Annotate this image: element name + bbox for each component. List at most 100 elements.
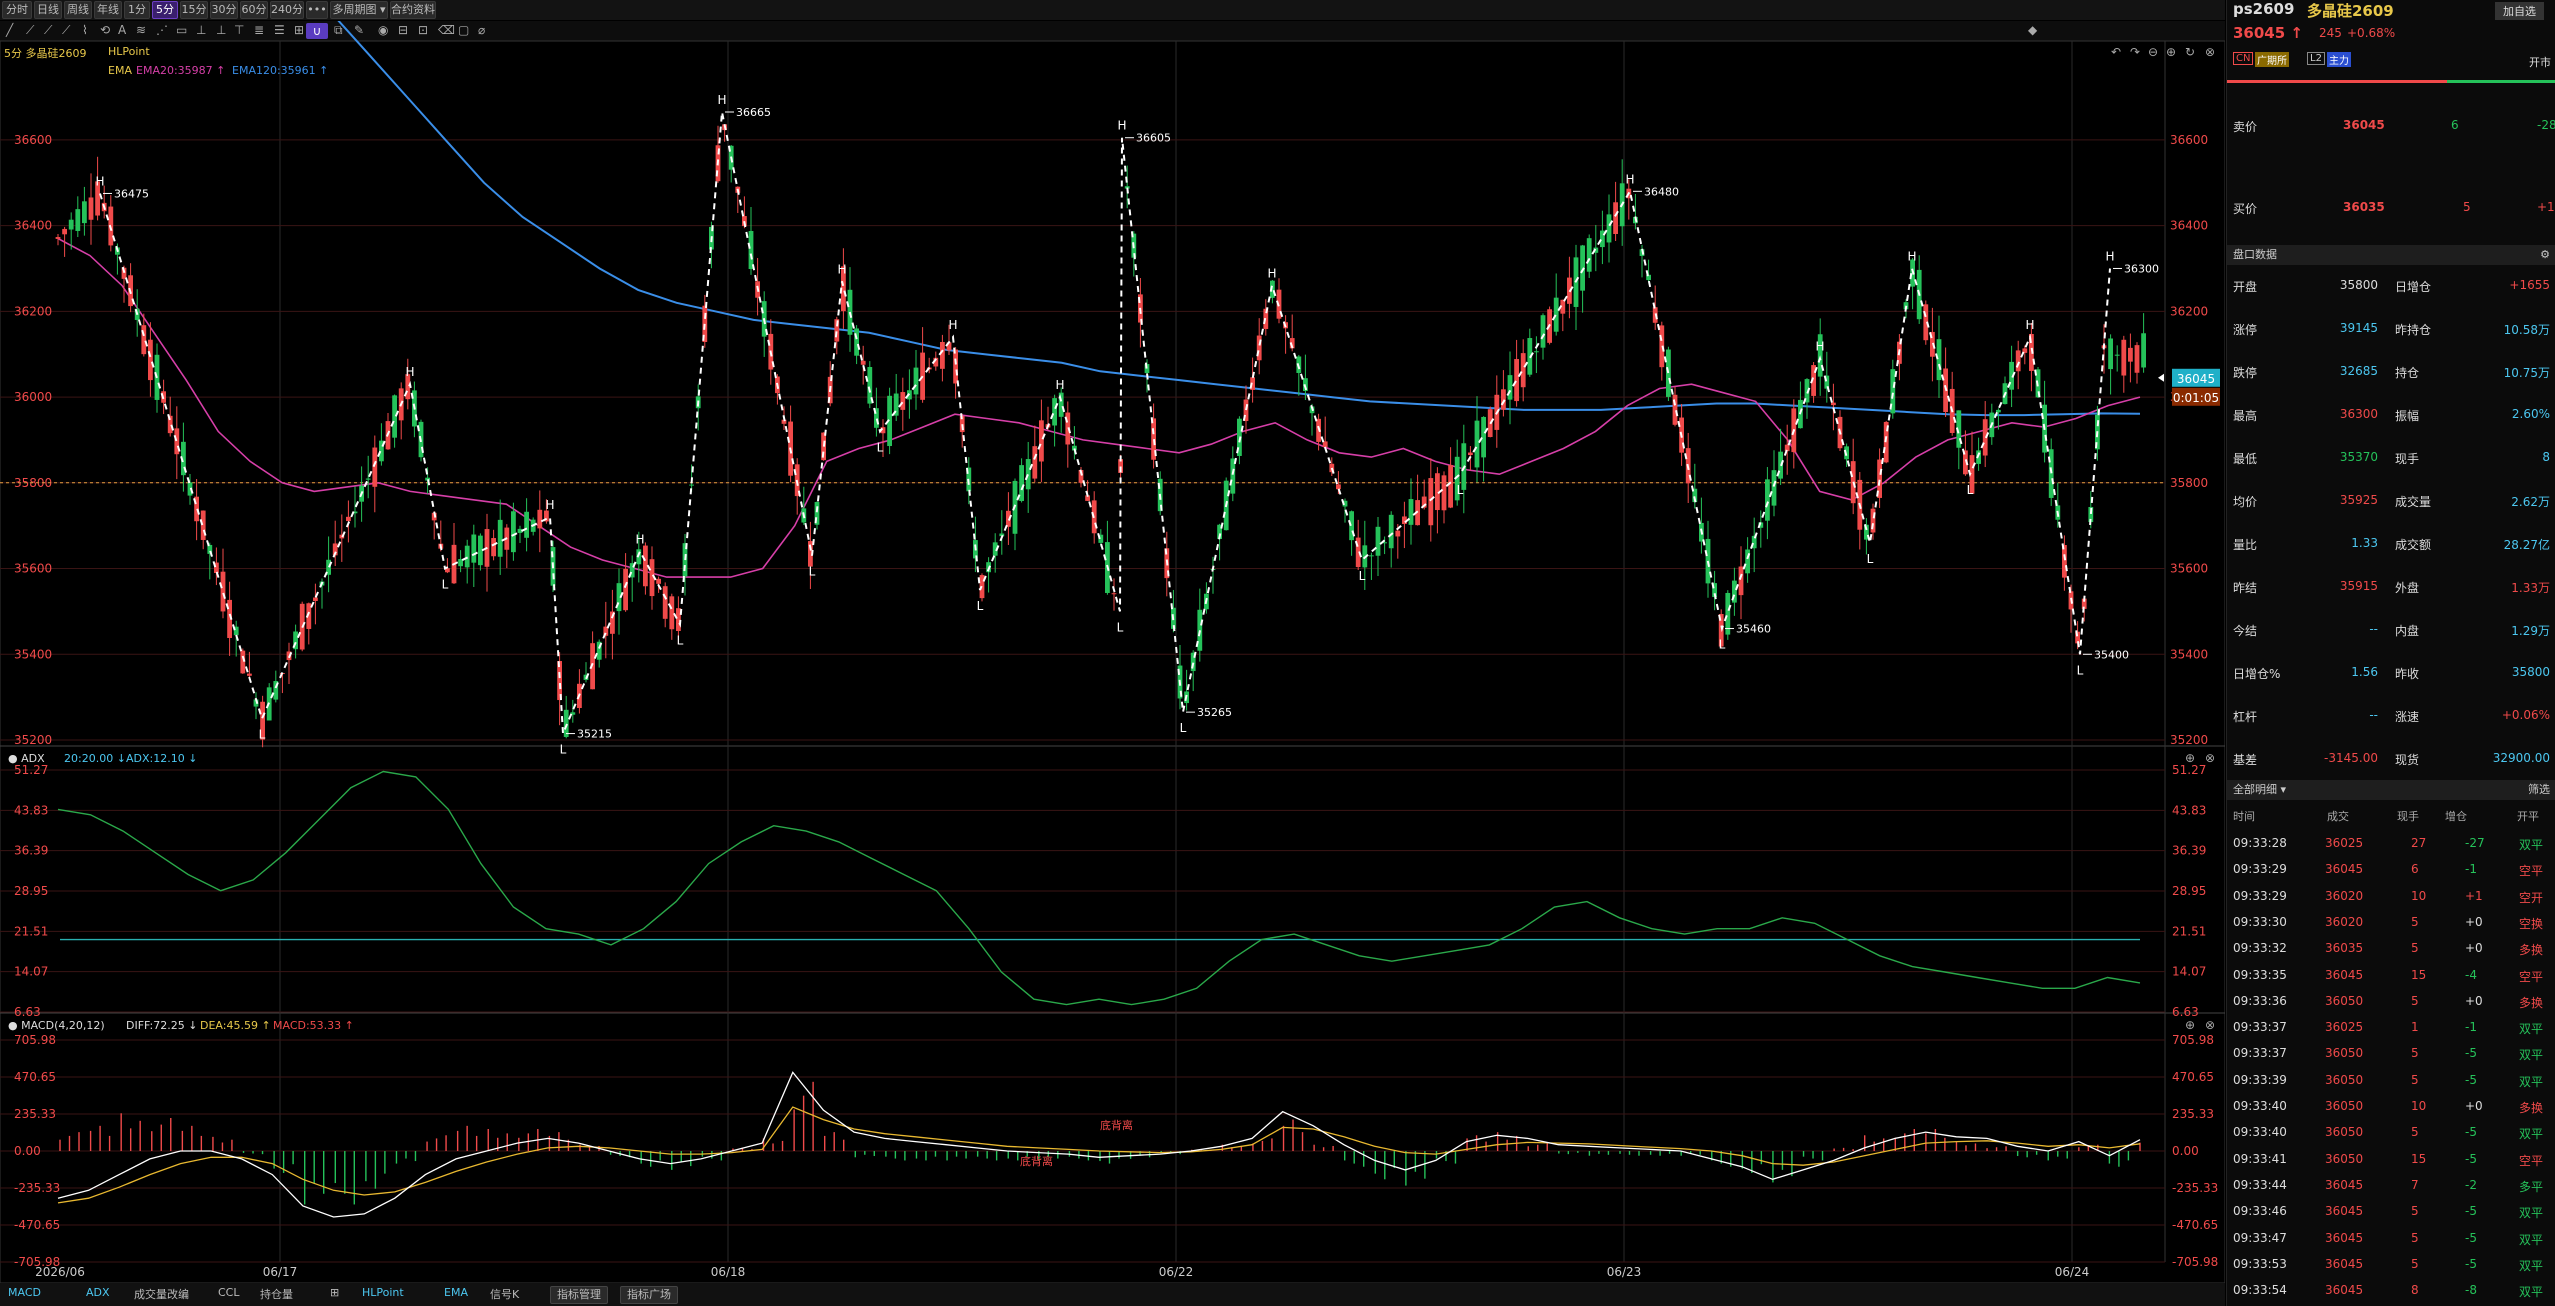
candle-body	[55, 237, 61, 239]
adx-tick-right: 51.27	[2172, 763, 2206, 777]
trade-type: 双平	[2519, 1074, 2544, 1089]
timeframe-7[interactable]: 30分	[210, 1, 238, 19]
trade-type: 多换	[2519, 995, 2544, 1010]
md-value: 35915	[2339, 579, 2378, 593]
md-value: 1.56	[2351, 665, 2378, 679]
signal-tab[interactable]: 信号K	[490, 1286, 519, 1302]
trade-oi-change: +0	[2465, 993, 2483, 1008]
timeframe-1[interactable]: 日线	[34, 1, 62, 19]
ccl-tab[interactable]: CCL	[218, 1286, 240, 1299]
trades-dropdown[interactable]: 全部明细 ▾	[2233, 783, 2286, 796]
trade-time: 09:33:29	[2233, 862, 2287, 877]
volume-tab[interactable]: 成交量改编	[134, 1286, 189, 1302]
indicator-plaza-button[interactable]: 指标广场	[620, 1286, 678, 1304]
trade-price: 36050	[2325, 1125, 2364, 1140]
pane-control-icon[interactable]: ⊖	[2148, 45, 2158, 59]
trade-price: 36050	[2325, 1072, 2364, 1087]
trade-volume: 5	[2411, 1204, 2419, 1219]
pane-control-icon[interactable]: ⊗	[2205, 45, 2215, 59]
toggle-icon[interactable]: ⊞	[330, 1286, 339, 1299]
md-label: 成交量	[2395, 495, 2432, 509]
pane-control-icon[interactable]: ↷	[2130, 45, 2140, 59]
macd-tick-right: 470.65	[2172, 1070, 2214, 1084]
price-tick-right: 35600	[2170, 562, 2208, 576]
candle-body	[1375, 526, 1381, 556]
md-value: 32900.00	[2492, 751, 2550, 765]
timeframe-12[interactable]: 合约资料	[390, 1, 436, 19]
hl-marker-l: L	[1359, 569, 1366, 583]
trades-header: 全部明细 ▾ 筛选	[2227, 780, 2555, 800]
pane-control-icon[interactable]: ↻	[2185, 45, 2195, 59]
pane-control-icon[interactable]: ⊕	[2166, 45, 2176, 59]
indicator-manage-button[interactable]: 指标管理	[550, 1286, 608, 1304]
md-value: 35800	[2511, 665, 2550, 679]
candle-body	[1606, 214, 1612, 243]
timeframe-8[interactable]: 60分	[240, 1, 268, 19]
macd-tab[interactable]: MACD	[8, 1286, 41, 1299]
trade-price: 36045	[2325, 1256, 2364, 1271]
hl-marker-l: L	[1180, 721, 1187, 735]
timeframe-3[interactable]: 年线	[94, 1, 122, 19]
chart-canvas[interactable]: 2026/06 06/17 06/18 06/22 06/23 06/2435200 352…	[0, 21, 2225, 1283]
md-value: 2.60%	[2511, 407, 2550, 421]
add-watchlist-button[interactable]: 加自选	[2495, 2, 2544, 20]
md-label: 量比	[2233, 538, 2258, 552]
md-value: 35800	[2339, 278, 2378, 292]
pane-control-icon[interactable]: ⊕	[2185, 751, 2195, 765]
bid-change: +1	[2537, 200, 2555, 214]
timeframe-11[interactable]: 多周期图 ▾	[330, 1, 388, 19]
x-tick-label: 06/23	[1607, 1265, 1642, 1279]
hl-marker-l: L	[442, 578, 449, 592]
trade-type: 双平	[2519, 1127, 2544, 1142]
candle-body	[1672, 394, 1678, 425]
pane-control-icon[interactable]: ⊗	[2205, 1018, 2215, 1032]
oi-tab[interactable]: 持仓量	[260, 1286, 293, 1302]
hl-marker-h: H	[95, 174, 104, 188]
timeframe-5[interactable]: 5分	[152, 1, 178, 19]
timeframe-6[interactable]: 15分	[180, 1, 208, 19]
trade-time: 09:33:37	[2233, 1020, 2287, 1035]
trade-type: 空换	[2519, 916, 2544, 931]
hl-marker-l: L	[1719, 638, 1726, 652]
candle-body	[2141, 333, 2146, 368]
macd-tick-left: -470.65	[14, 1218, 60, 1232]
md-label: 日增仓	[2395, 280, 2432, 294]
timeframe-2[interactable]: 周线	[64, 1, 92, 19]
md-value: 36300	[2339, 407, 2378, 421]
pane-control-icon[interactable]: ↶	[2111, 45, 2121, 59]
timeframe-9[interactable]: 240分	[270, 1, 304, 19]
timeframe-4[interactable]: 1分	[124, 1, 150, 19]
trade-type: 双平	[2519, 1206, 2544, 1221]
candle-body	[537, 509, 543, 529]
hlpoint-tab[interactable]: HLPoint	[362, 1286, 404, 1299]
hl-value-label: 36665	[736, 106, 771, 119]
md-label: 均价	[2233, 495, 2258, 509]
candle-body	[1032, 446, 1038, 479]
timeframe-0[interactable]: 分时	[2, 1, 32, 19]
ema-tab[interactable]: EMA	[444, 1286, 468, 1299]
settings-icon[interactable]: ⚙	[2540, 245, 2550, 265]
md-label: 涨速	[2395, 710, 2420, 724]
pane-control-icon[interactable]: ⊗	[2205, 751, 2215, 765]
trade-volume: 10	[2411, 888, 2427, 903]
candle-body	[662, 586, 668, 619]
timeframe-10[interactable]: •••	[306, 1, 328, 19]
candle-body	[953, 349, 958, 384]
adx-tab[interactable]: ADX	[86, 1286, 110, 1299]
candle-body	[748, 230, 754, 270]
trade-price: 36050	[2325, 1099, 2364, 1113]
candle-body	[464, 545, 470, 568]
pane-control-icon[interactable]: ⊕	[2185, 1018, 2195, 1032]
trade-volume: 5	[2411, 1230, 2419, 1245]
trade-volume: 15	[2411, 1151, 2427, 1166]
macd-label: ● MACD(4,20,12)	[8, 1019, 105, 1032]
hl-marker-l: L	[877, 440, 884, 454]
trade-price: 36035	[2325, 941, 2364, 956]
diff-line	[57, 1071, 2141, 1218]
md-value: 10.58万	[2503, 323, 2550, 337]
price-tick-left: 36000	[14, 390, 52, 404]
filter-button[interactable]: 筛选	[2528, 780, 2550, 800]
md-label: 杠杆	[2233, 710, 2258, 724]
md-label: 涨停	[2233, 323, 2258, 337]
trade-price: 36025	[2325, 1020, 2364, 1035]
